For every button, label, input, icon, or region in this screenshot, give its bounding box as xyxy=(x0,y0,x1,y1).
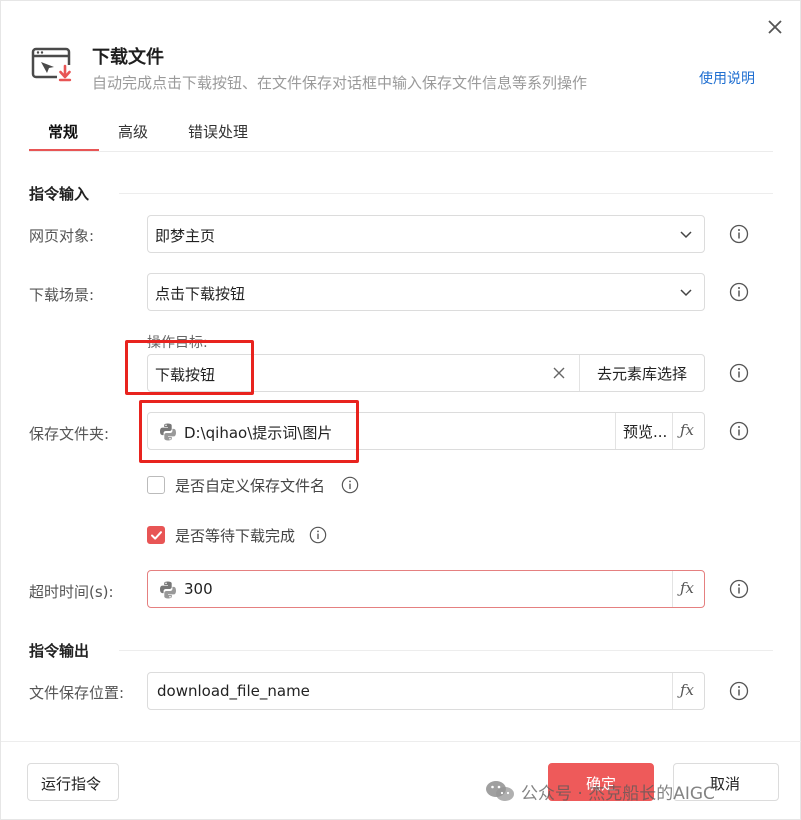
info-icon[interactable] xyxy=(729,224,749,244)
save-location-value: download_file_name xyxy=(157,682,310,700)
help-link[interactable]: 使用说明 xyxy=(699,68,755,88)
chevron-down-icon xyxy=(680,289,692,297)
info-icon[interactable] xyxy=(341,476,359,494)
save-location-label: 文件保存位置: xyxy=(29,684,125,702)
target-caption: 操作目标: xyxy=(147,335,208,351)
download-file-dialog: 下载文件 自动完成点击下载按钮、在文件保存对话框中输入保存文件信息等系列操作 使… xyxy=(0,0,801,820)
save-folder-label: 保存文件夹: xyxy=(29,425,110,443)
input-section-title: 指令输入 xyxy=(29,185,90,203)
tab-general[interactable]: 常规 xyxy=(48,121,78,150)
info-icon[interactable] xyxy=(729,282,749,302)
custom-filename-label: 是否自定义保存文件名 xyxy=(175,477,326,495)
close-icon[interactable] xyxy=(763,15,787,39)
info-icon[interactable] xyxy=(309,526,327,544)
target-input[interactable]: 下载按钮 去元素库选择 xyxy=(147,354,705,392)
save-folder-input[interactable]: D:\qihao\提示词\图片 预览... ƒx xyxy=(147,412,705,450)
info-icon[interactable] xyxy=(729,579,749,599)
section-divider xyxy=(119,193,773,194)
web-object-label: 网页对象: xyxy=(29,227,95,245)
output-section-title: 指令输出 xyxy=(29,642,90,660)
custom-filename-row: 是否自定义保存文件名 xyxy=(147,475,387,495)
run-command-button[interactable]: 运行指令 xyxy=(27,763,119,801)
chevron-down-icon xyxy=(680,231,692,239)
python-icon xyxy=(160,581,176,599)
active-tab-indicator xyxy=(29,149,99,151)
timeout-input[interactable]: 300 ƒx xyxy=(147,570,705,608)
tab-error-handling[interactable]: 错误处理 xyxy=(188,121,248,150)
custom-filename-checkbox[interactable] xyxy=(147,476,165,494)
info-icon[interactable] xyxy=(729,421,749,441)
download-file-icon xyxy=(31,45,75,83)
python-icon xyxy=(160,423,176,441)
wait-download-row: 是否等待下载完成 xyxy=(147,525,347,545)
wait-download-checkbox[interactable] xyxy=(147,526,165,544)
web-object-value: 即梦主页 xyxy=(155,227,216,245)
download-scene-select[interactable]: 点击下载按钮 xyxy=(147,273,705,311)
wait-download-label: 是否等待下载完成 xyxy=(175,527,296,545)
check-icon xyxy=(151,531,162,540)
fx-button[interactable]: ƒx xyxy=(672,673,704,709)
dialog-title: 下载文件 xyxy=(92,47,164,68)
fx-button[interactable]: ƒx xyxy=(672,571,704,607)
clear-icon[interactable] xyxy=(552,366,566,380)
download-scene-value: 点击下载按钮 xyxy=(155,285,246,303)
footer-divider xyxy=(1,741,801,742)
web-object-select[interactable]: 即梦主页 xyxy=(147,215,705,253)
target-value: 下载按钮 xyxy=(155,366,216,384)
wechat-icon xyxy=(486,781,514,801)
info-icon[interactable] xyxy=(729,363,749,383)
tab-advanced[interactable]: 高级 xyxy=(118,121,148,150)
element-library-button[interactable]: 去元素库选择 xyxy=(579,355,705,391)
save-folder-value: D:\qihao\提示词\图片 xyxy=(184,424,333,442)
dialog-subtitle: 自动完成点击下载按钮、在文件保存对话框中输入保存文件信息等系列操作 xyxy=(92,74,588,92)
info-icon[interactable] xyxy=(729,681,749,701)
fx-button[interactable]: ƒx xyxy=(672,413,704,449)
tab-bar: 常规 高级 错误处理 xyxy=(29,121,773,152)
timeout-value: 300 xyxy=(184,580,213,598)
save-location-input[interactable]: download_file_name ƒx xyxy=(147,672,705,710)
download-scene-label: 下载场景: xyxy=(29,286,95,304)
timeout-label: 超时时间(s): xyxy=(29,583,114,601)
preview-button[interactable]: 预览... xyxy=(615,413,673,449)
section-divider xyxy=(119,650,773,651)
